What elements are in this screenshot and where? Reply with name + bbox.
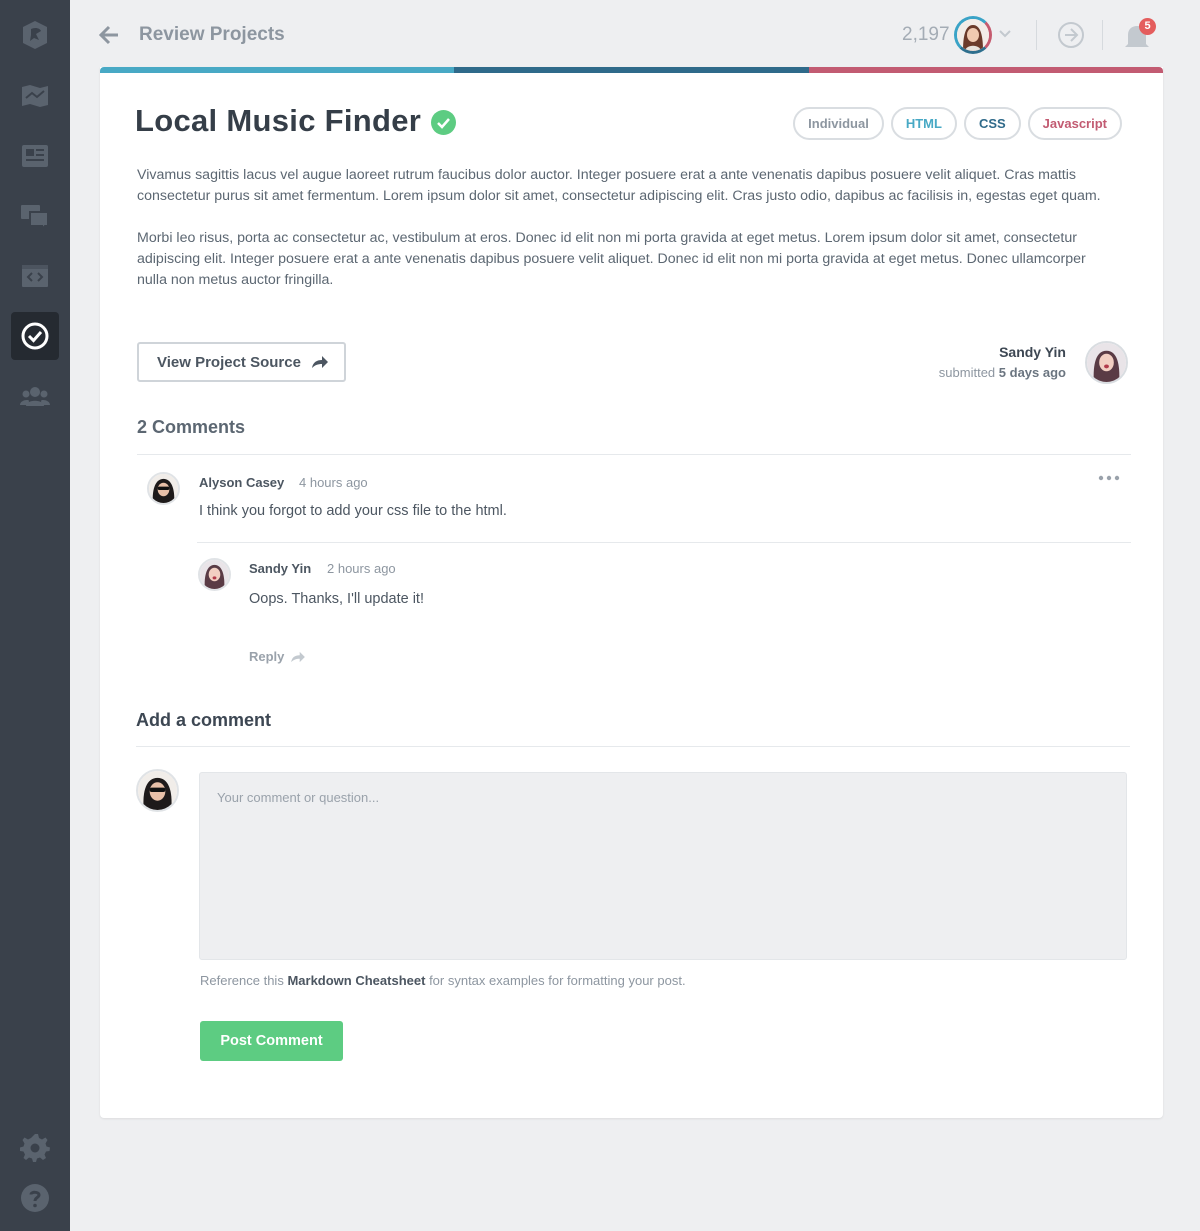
user-avatar[interactable] [954,16,992,54]
reply-label: Reply [249,649,285,664]
divider [1102,20,1103,50]
divider [197,542,1131,543]
description-paragraph: Vivamus sagittis lacus vel augue laoreet… [137,167,1101,204]
comment-time: 2 hours ago [327,561,396,576]
points-count: 2,197 [902,24,950,45]
news-icon[interactable] [11,132,59,180]
share-arrow-icon [311,356,328,368]
markdown-cheatsheet-link[interactable]: Markdown Cheatsheet [287,973,425,988]
project-card: Local Music Finder Individual HTML CSS Java… [100,67,1163,1118]
submitter-name[interactable]: Sandy Yin [999,344,1066,360]
help-icon[interactable] [11,1174,59,1222]
reply-link[interactable]: Reply [249,649,306,664]
top-bar: Review Projects 2,197 5 [70,0,1200,68]
comment-text: I think you forgot to add your css file … [199,503,507,519]
submitted-time: submitted 5 days ago [938,365,1066,380]
map-icon[interactable] [11,72,59,120]
avatar[interactable] [147,472,180,505]
avatar[interactable] [198,558,231,591]
divider [1036,20,1037,50]
comment-author[interactable]: Alyson Casey [199,475,284,490]
divider [137,454,1131,455]
more-options-icon[interactable] [1098,472,1120,484]
reply-arrow-icon [291,651,306,662]
sidebar [0,0,70,1231]
chat-icon[interactable] [11,192,59,240]
back-arrow-icon[interactable] [98,24,120,46]
people-icon[interactable] [11,372,59,420]
divider [136,746,1130,747]
notification-badge: 5 [1139,18,1156,35]
page-title: Review Projects [139,24,285,45]
chevron-down-icon[interactable] [998,26,1012,40]
treehouse-logo-icon[interactable] [11,11,59,59]
check-circle-icon[interactable] [11,312,59,360]
logout-icon[interactable] [1057,21,1085,49]
post-comment-button[interactable]: Post Comment [200,1021,343,1061]
code-window-icon[interactable] [11,252,59,300]
project-description: Vivamus sagittis lacus vel augue laoreet… [137,165,1107,312]
tag-list: Individual HTML CSS Javascript [793,107,1122,140]
tag-html[interactable]: HTML [890,107,957,140]
current-user-avatar [136,769,179,812]
markdown-hint: Reference this Markdown Cheatsheet for s… [200,973,686,988]
submitter-avatar[interactable] [1085,341,1128,384]
gear-icon[interactable] [11,1124,59,1172]
description-paragraph: Morbi leo risus, porta ac consectetur ac… [137,230,1086,288]
comment-author[interactable]: Sandy Yin [249,561,311,576]
approved-check-icon [431,110,456,135]
project-title: Local Music Finder [135,103,422,138]
tag-individual[interactable]: Individual [793,107,884,140]
tag-javascript[interactable]: Javascript [1027,107,1122,140]
comments-heading: 2 Comments [137,417,246,437]
add-comment-heading: Add a comment [136,710,272,730]
comment-text: Oops. Thanks, I'll update it! [249,591,424,607]
comment-time: 4 hours ago [299,475,368,490]
button-label: View Project Source [157,353,301,371]
tag-css[interactable]: CSS [963,107,1021,140]
comment-input[interactable] [199,772,1127,960]
view-project-source-button[interactable]: View Project Source [137,342,346,382]
accent-bar [100,67,1163,73]
